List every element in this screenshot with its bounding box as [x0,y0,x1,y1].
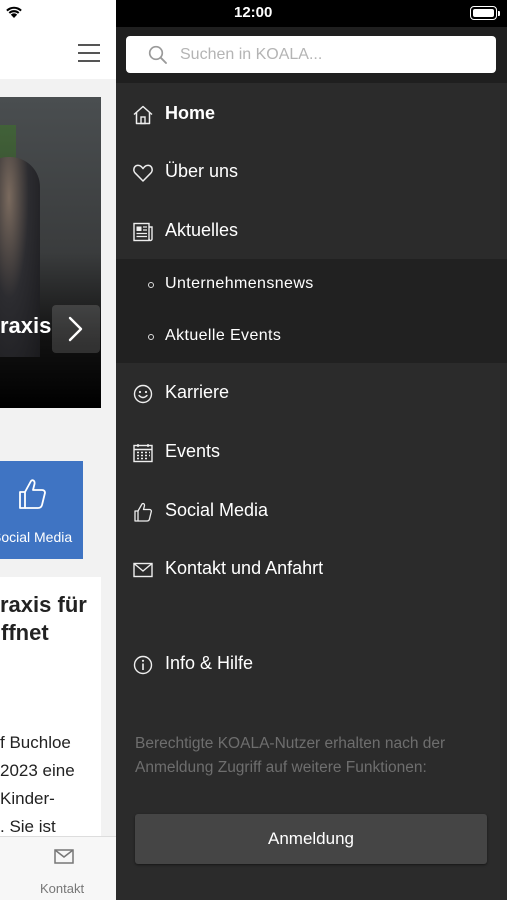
status-time: 12:00 [234,4,273,21]
newspaper-icon [133,222,153,242]
tile-social-media[interactable]: Social Media [0,461,83,559]
login-info-text: Berechtigte KOALA-Nutzer erhalten nach d… [135,735,446,776]
hero-title: raxis [0,313,52,338]
tab-bar: Kontakt [0,836,116,900]
menu-item-home[interactable]: Home [116,85,507,143]
thumbs-up-icon [134,502,153,522]
info-icon [133,655,153,675]
background-app: raxis Social Media raxis für ffnet f Buc… [0,0,116,900]
tab-label: Kontakt [40,881,85,896]
status-bar: 12:00 [116,0,507,27]
search-field[interactable] [126,36,496,73]
heart-icon [133,164,153,182]
menu-item-label: Social Media [165,500,269,520]
login-button-label: Anmeldung [267,829,354,848]
login-button[interactable]: Anmeldung [135,814,487,864]
slider-next-button[interactable] [52,305,100,353]
calendar-icon [133,444,153,463]
menu-item-kontakt-und-anfahrt[interactable]: Kontakt und Anfahrt [116,540,507,598]
tab-kontakt[interactable]: Kontakt [30,843,100,896]
mail-icon [133,562,153,578]
article-body: f Buchloe 2023 eine Kinder- . Sie ist [0,733,75,836]
menu-item-social-media[interactable]: Social Media [116,482,507,540]
home-icon [133,105,153,125]
hero-slider[interactable] [0,97,101,408]
search-icon [148,45,167,64]
navigation-drawer: 12:00 Home Über uns [116,0,507,900]
bullet-icon [148,282,154,288]
menu-item-label: Info & Hilfe [165,653,254,673]
menu-item-info-hilfe[interactable]: Info & Hilfe [116,635,507,693]
thumbs-up-icon [19,479,46,509]
search-input[interactable] [180,43,480,67]
submenu-item-aktuelle-events[interactable]: Aktuelle Events [116,311,507,363]
menu-item-karriere[interactable]: Karriere [116,364,507,422]
submenu-item-label: Aktuelle Events [165,327,282,344]
wifi-icon [6,6,22,18]
hamburger-menu-icon[interactable] [78,44,100,62]
battery-icon [470,6,500,20]
menu-item-aktuelles[interactable]: Aktuelles [116,202,507,260]
article-card[interactable]: raxis für ffnet f Buchloe 2023 eine Kind… [0,577,101,847]
chevron-right-icon [68,316,83,342]
submenu-item-unternehmensnews[interactable]: Unternehmensnews [116,259,507,311]
menu-item-label: Events [165,441,221,461]
menu-item-label: Kontakt und Anfahrt [165,558,324,578]
smiley-icon [133,384,153,404]
menu-item-label: Home [165,103,216,123]
submenu-item-label: Unternehmensnews [165,275,314,292]
status-bar-left [0,0,116,27]
submenu-aktuelles: Unternehmensnews Aktuelle Events [116,259,507,363]
bullet-icon [148,334,154,340]
tile-label: Social Media [0,529,73,545]
search-area [116,27,507,83]
menu-item-label: Karriere [165,382,230,402]
menu-item-events[interactable]: Events [116,423,507,481]
menu-item-ueber-uns[interactable]: Über uns [116,143,507,201]
article-title: raxis für ffnet [0,592,87,645]
menu-item-label: Über uns [165,161,239,181]
mail-icon [54,849,74,864]
menu-item-label: Aktuelles [165,220,239,240]
